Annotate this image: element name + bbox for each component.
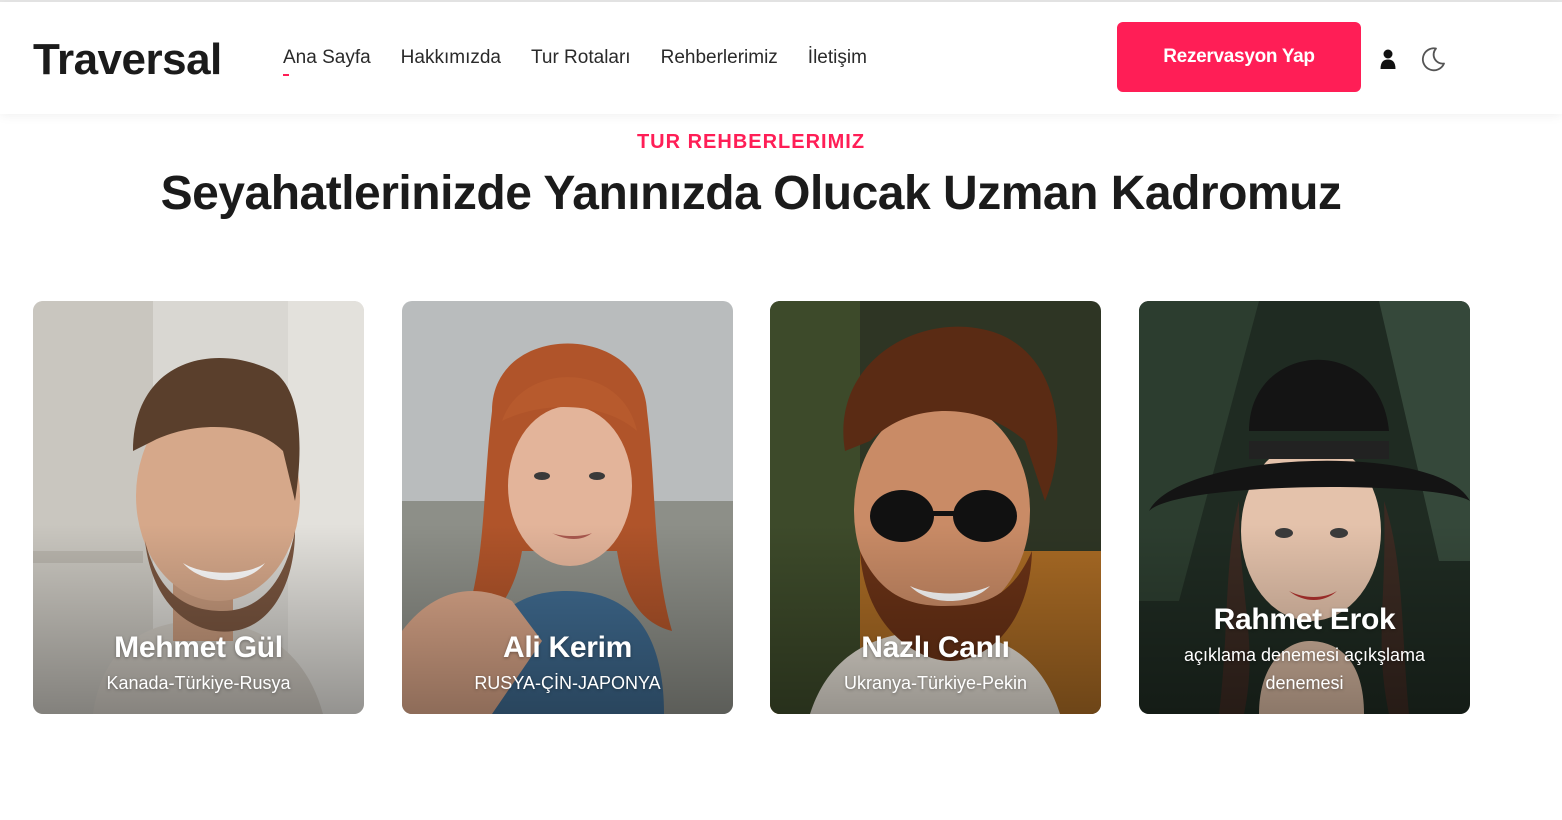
- guide-route: Kanada-Türkiye-Rusya: [106, 673, 291, 693]
- guide-route: Ukranya-Türkiye-Pekin: [843, 673, 1028, 693]
- guide-card-ali-kerim[interactable]: Ali Kerim RUSYA-ÇİN-JAPONYA: [402, 301, 733, 714]
- nav-item-iletisim[interactable]: İletişim: [808, 46, 867, 70]
- guide-name: Ali Kerim: [502, 631, 632, 664]
- guide-card-rahmet-erok[interactable]: Rahmet Erok açıklama denemesi açıkşlama …: [1139, 301, 1470, 714]
- nav-item-rehberlerimiz[interactable]: Rehberlerimiz: [661, 46, 778, 70]
- section-eyebrow: TUR REHBERLERIMIZ: [636, 131, 866, 153]
- guide-name: Nazlı Canlı: [861, 631, 1010, 664]
- guide-card-nazli-canli[interactable]: Nazlı Canlı Ukranya-Türkiye-Pekin: [770, 301, 1101, 714]
- nav-item-tur-rotalari[interactable]: Tur Rotaları: [531, 46, 631, 70]
- brand-logo[interactable]: Traversal: [33, 38, 222, 82]
- section-title: Seyahatlerinizde Yanınızda Olucak Uzman …: [160, 167, 1342, 220]
- reservation-button[interactable]: Rezervasyon Yap: [1117, 22, 1361, 92]
- guide-route: RUSYA-ÇİN-JAPONYA: [474, 673, 661, 693]
- guide-card-mehmet-gul[interactable]: Mehmet Gül Kanada-Türkiye-Rusya: [33, 301, 364, 714]
- guide-name: Rahmet Erok: [1213, 603, 1396, 636]
- guide-route: açıklama denemesi açıkşlama denemesi: [1183, 645, 1426, 693]
- moon-icon[interactable]: [1419, 45, 1447, 73]
- user-icon[interactable]: [1379, 48, 1397, 70]
- navbar: Traversal Ana Sayfa Hakkımızda Tur Rotal…: [0, 2, 1562, 114]
- guide-name: Mehmet Gül: [114, 631, 283, 664]
- nav-item-ana-sayfa[interactable]: Ana Sayfa: [283, 46, 371, 76]
- nav-item-hakkimizda[interactable]: Hakkımızda: [401, 46, 501, 70]
- main-nav: Ana Sayfa Hakkımızda Tur Rotaları Rehber…: [283, 46, 867, 76]
